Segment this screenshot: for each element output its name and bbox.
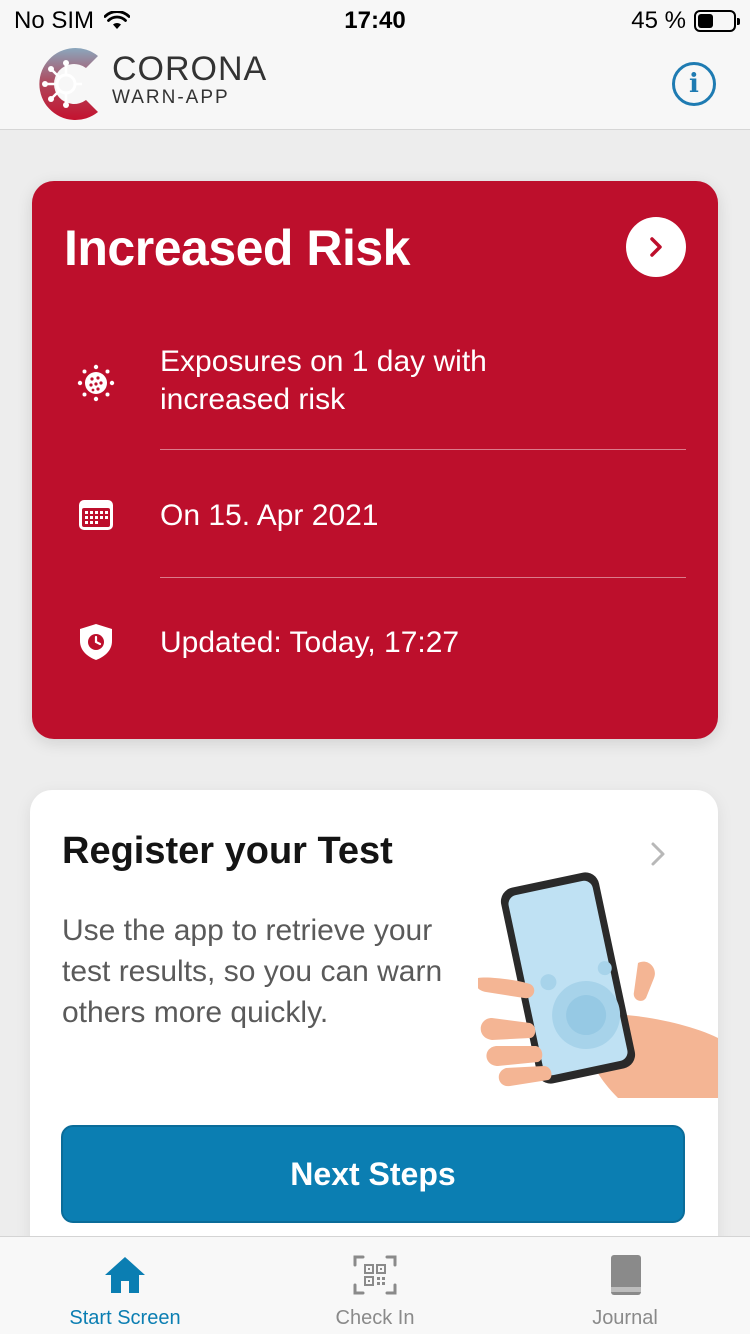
app-name-line2: WARN-APP bbox=[112, 87, 230, 108]
info-button[interactable]: i bbox=[672, 62, 716, 106]
app-name: CORONA WARN-APP bbox=[112, 52, 267, 110]
tab-journal[interactable]: Journal bbox=[500, 1237, 750, 1334]
tab-bar: Start Screen Check In Journal bbox=[0, 1236, 750, 1334]
corona-warn-app-logo-icon bbox=[39, 48, 98, 121]
tab-label: Journal bbox=[592, 1307, 658, 1329]
battery-icon bbox=[694, 10, 740, 32]
risk-row-text: Updated: Today, 17:27 bbox=[160, 626, 460, 659]
status-right: 45 % bbox=[631, 7, 740, 35]
chevron-right-icon bbox=[650, 237, 662, 257]
test-card-description: Use the app to retrieve your test result… bbox=[62, 914, 443, 1029]
phone-in-hand-illustration bbox=[478, 872, 718, 1098]
book-icon bbox=[611, 1255, 641, 1295]
register-test-card[interactable]: Register your Test Use the app to retrie… bbox=[30, 790, 718, 1260]
tab-start-screen[interactable]: Start Screen bbox=[0, 1237, 250, 1334]
divider bbox=[160, 577, 686, 578]
risk-row-text: On 15. Apr 2021 bbox=[160, 499, 379, 532]
chevron-right-icon bbox=[651, 842, 665, 866]
status-bar: No SIM 17:40 45 % bbox=[0, 0, 750, 40]
virus-icon bbox=[77, 364, 115, 402]
battery-fill bbox=[698, 14, 714, 28]
tab-label: Start Screen bbox=[69, 1307, 181, 1329]
calendar-icon bbox=[79, 500, 113, 530]
risk-details-button[interactable] bbox=[626, 217, 686, 277]
app-name-line1: CORONA bbox=[112, 50, 268, 88]
risk-title: Increased Risk bbox=[64, 220, 410, 276]
test-card-title: Register your Test bbox=[62, 830, 393, 872]
tab-check-in[interactable]: Check In bbox=[250, 1237, 500, 1334]
qr-scan-icon bbox=[353, 1255, 397, 1295]
info-circle-icon: i bbox=[689, 69, 699, 99]
shield-clock-icon bbox=[80, 624, 112, 660]
tab-label: Check In bbox=[335, 1307, 415, 1329]
divider bbox=[160, 449, 686, 450]
home-icon bbox=[105, 1257, 145, 1293]
next-steps-button[interactable]: Next Steps bbox=[61, 1125, 685, 1223]
app-header: CORONA WARN-APP i bbox=[0, 40, 750, 130]
risk-row-text: Exposures on 1 day with increased risk bbox=[160, 345, 487, 416]
battery-percent: 45 % bbox=[631, 7, 686, 34]
risk-card[interactable]: Increased Risk Exposures on 1 day with i… bbox=[32, 181, 718, 739]
